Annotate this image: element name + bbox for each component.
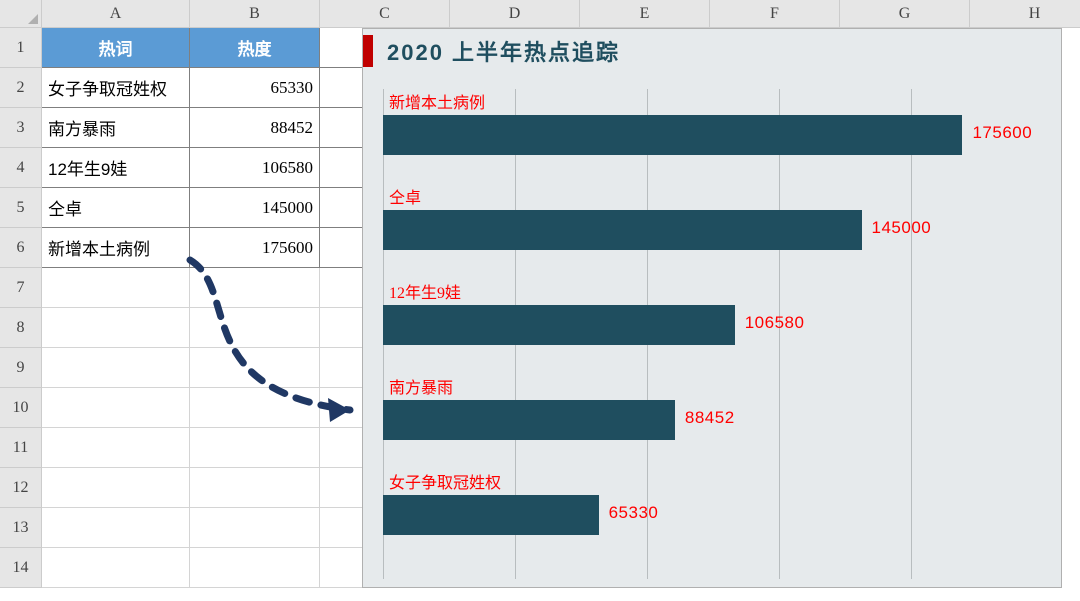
chart-bar [383, 305, 735, 345]
row-header-10[interactable]: 10 [0, 388, 42, 428]
cell-A6[interactable]: 新增本土病例 [42, 228, 190, 268]
col-header-H[interactable]: H [970, 0, 1080, 28]
cell-B1[interactable]: 热度 [190, 28, 320, 68]
chart-bar [383, 210, 862, 250]
cell-B7[interactable] [190, 268, 320, 308]
row-header-7[interactable]: 7 [0, 268, 42, 308]
cell-A9[interactable] [42, 348, 190, 388]
cell-A11[interactable] [42, 428, 190, 468]
cell-B14[interactable] [190, 548, 320, 588]
cell-B11[interactable] [190, 428, 320, 468]
row-header-13[interactable]: 13 [0, 508, 42, 548]
chart-data-label: 65330 [609, 503, 659, 523]
cell-A14[interactable] [42, 548, 190, 588]
cell-A8[interactable] [42, 308, 190, 348]
chart-plot-area: 新增本土病例 175600 仝卓 145000 12年生9娃 106580 南方… [383, 89, 1043, 579]
chart-bar [383, 400, 675, 440]
chart-category-label: 南方暴雨 [389, 374, 453, 398]
cell-A1[interactable]: 热词 [42, 28, 190, 68]
chart-title-wrap: 2020 上半年热点追踪 [363, 35, 620, 67]
row-header-9[interactable]: 9 [0, 348, 42, 388]
chart-bar-row: 女子争取冠姓权 65330 [383, 469, 1043, 549]
cell-B4[interactable]: 106580 [190, 148, 320, 188]
chart-category-label: 仝卓 [389, 184, 421, 208]
title-accent-bar [363, 35, 373, 67]
chart-category-label: 新增本土病例 [389, 89, 485, 113]
chart-hot-topics[interactable]: 2020 上半年热点追踪 新增本土病例 175600 仝卓 145000 12年… [362, 28, 1062, 588]
chart-title: 2020 上半年热点追踪 [387, 35, 620, 67]
row-header-8[interactable]: 8 [0, 308, 42, 348]
chart-category-label: 12年生9娃 [389, 279, 461, 303]
chart-bar-row: 新增本土病例 175600 [383, 89, 1043, 169]
row-header-5[interactable]: 5 [0, 188, 42, 228]
chart-bar [383, 495, 599, 535]
col-header-G[interactable]: G [840, 0, 970, 28]
chart-data-label: 88452 [685, 408, 735, 428]
col-header-B[interactable]: B [190, 0, 320, 28]
chart-data-label: 175600 [972, 123, 1032, 143]
col-header-D[interactable]: D [450, 0, 580, 28]
chart-bar [383, 115, 962, 155]
chart-bar-row: 12年生9娃 106580 [383, 279, 1043, 359]
cell-B12[interactable] [190, 468, 320, 508]
col-header-E[interactable]: E [580, 0, 710, 28]
row-header-11[interactable]: 11 [0, 428, 42, 468]
col-header-A[interactable]: A [42, 0, 190, 28]
col-header-C[interactable]: C [320, 0, 450, 28]
select-all-corner[interactable] [0, 0, 42, 28]
row-header-2[interactable]: 2 [0, 68, 42, 108]
chart-data-label: 106580 [745, 313, 805, 333]
col-header-F[interactable]: F [710, 0, 840, 28]
cell-A5[interactable]: 仝卓 [42, 188, 190, 228]
row-header-4[interactable]: 4 [0, 148, 42, 188]
cell-A4[interactable]: 12年生9娃 [42, 148, 190, 188]
row-headers: 1 2 3 4 5 6 7 8 9 10 11 12 13 14 [0, 28, 42, 588]
cell-A13[interactable] [42, 508, 190, 548]
cell-B10[interactable] [190, 388, 320, 428]
chart-bar-row: 仝卓 145000 [383, 184, 1043, 264]
row-header-12[interactable]: 12 [0, 468, 42, 508]
cell-A12[interactable] [42, 468, 190, 508]
row-header-6[interactable]: 6 [0, 228, 42, 268]
cell-A2[interactable]: 女子争取冠姓权 [42, 68, 190, 108]
chart-category-label: 女子争取冠姓权 [389, 469, 501, 493]
row-header-14[interactable]: 14 [0, 548, 42, 588]
chart-bar-row: 南方暴雨 88452 [383, 374, 1043, 454]
cell-B8[interactable] [190, 308, 320, 348]
cell-A7[interactable] [42, 268, 190, 308]
cell-A10[interactable] [42, 388, 190, 428]
cell-B9[interactable] [190, 348, 320, 388]
chart-data-label: 145000 [872, 218, 932, 238]
cell-B2[interactable]: 65330 [190, 68, 320, 108]
cell-B5[interactable]: 145000 [190, 188, 320, 228]
row-header-1[interactable]: 1 [0, 28, 42, 68]
cell-B13[interactable] [190, 508, 320, 548]
cell-B3[interactable]: 88452 [190, 108, 320, 148]
cell-A3[interactable]: 南方暴雨 [42, 108, 190, 148]
row-header-3[interactable]: 3 [0, 108, 42, 148]
cell-B6[interactable]: 175600 [190, 228, 320, 268]
spreadsheet: A B C D E F G H I 1 2 3 4 5 6 7 8 9 10 1… [0, 0, 1080, 601]
column-headers: A B C D E F G H I [42, 0, 1080, 28]
